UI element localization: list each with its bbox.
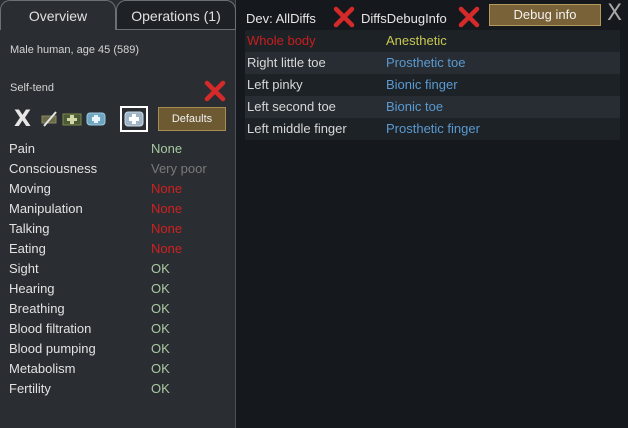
dev-all-diffs-label: Dev: AllDiffs [246,11,316,26]
health-tabs: Overview Operations (1) [0,0,236,30]
hediff-label: Bionic toe [386,99,444,114]
capacity-value: OK [151,341,170,356]
defaults-button[interactable]: Defaults [158,107,226,131]
capacity-value: None [151,241,183,256]
capacity-row: Eating None [9,239,233,259]
pawn-summary: Male human, age 45 (589) [10,44,140,56]
body-part-label: Left middle finger [247,121,347,136]
no-meds-icon[interactable] [40,110,60,128]
industrial-medicine-icon[interactable] [86,110,106,128]
capacity-name: Blood filtration [9,321,92,336]
capacity-row: Manipulation None [9,199,233,219]
all-diffs-toggle-off-icon[interactable] [333,6,355,28]
capacity-value: Very poor [151,161,207,176]
capacities-list: Pain None Consciousness Very poor Moving None… [9,139,233,399]
medical-care-selector: X Defaults [10,106,232,134]
capacity-name: Manipulation [9,201,83,216]
capacity-name: Hearing [9,281,55,296]
capacity-row: Moving None [9,179,233,199]
capacity-row: Sight OK [9,259,233,279]
no-care-icon[interactable]: X [14,107,31,132]
capacity-name: Breathing [9,301,65,316]
capacity-row: Hearing OK [9,279,233,299]
capacity-row: Talking None [9,219,233,239]
capacity-name: Fertility [9,381,51,396]
hediff-row[interactable]: Left second toe Bionic toe [245,96,620,118]
capacity-row: Blood filtration OK [9,319,233,339]
capacity-value: OK [151,321,170,336]
capacity-value: OK [151,301,170,316]
body-part-label: Right little toe [247,55,326,70]
capacity-name: Eating [9,241,46,256]
hediff-label: Prosthetic finger [386,121,480,136]
body-part-label: Left pinky [247,77,303,92]
capacity-name: Sight [9,261,39,276]
hediff-table: Whole body Anesthetic Right little toe Pros… [245,30,620,140]
capacity-name: Consciousness [9,161,98,176]
capacity-value: OK [151,281,170,296]
debug-info-button[interactable]: Debug info [489,4,601,26]
capacity-name: Moving [9,181,51,196]
hediff-label: Bionic finger [386,77,458,92]
capacity-row: Fertility OK [9,379,233,399]
diffs-debug-info-toggle-off-icon[interactable] [458,6,480,28]
close-icon[interactable]: X [607,3,622,25]
hediff-row[interactable]: Left pinky Bionic finger [245,74,620,96]
capacity-row: Breathing OK [9,299,233,319]
capacity-name: Blood pumping [9,341,96,356]
capacity-row: Metabolism OK [9,359,233,379]
hediff-row[interactable]: Right little toe Prosthetic toe [245,52,620,74]
capacity-value: None [151,221,183,236]
capacity-value: OK [151,381,170,396]
health-panel: Overview Operations (1) Male human, age … [0,0,236,428]
body-part-label: Whole body [247,33,316,48]
self-tend-disabled-icon[interactable] [204,80,226,102]
hediff-label: Prosthetic toe [386,55,466,70]
tab-overview[interactable]: Overview [0,0,116,30]
hediff-panel: Dev: AllDiffs DiffsDebugInfo Debug info … [237,0,628,428]
hediff-row[interactable]: Whole body Anesthetic [245,30,620,52]
capacity-value: None [151,141,183,156]
capacity-row: Blood pumping OK [9,339,233,359]
capacity-value: OK [151,361,170,376]
capacity-name: Pain [9,141,36,156]
hediff-label: Anesthetic [386,33,447,48]
capacity-value: None [151,201,183,216]
herbal-medicine-icon[interactable] [62,110,82,128]
capacity-name: Talking [9,221,50,236]
capacity-value: OK [151,261,170,276]
capacity-row: Pain None [9,139,233,159]
hediff-row[interactable]: Left middle finger Prosthetic finger [245,118,620,140]
self-tend-label: Self-tend [10,82,55,94]
capacity-name: Metabolism [9,361,76,376]
body-part-label: Left second toe [247,99,336,114]
capacity-row: Consciousness Very poor [9,159,233,179]
capacity-value: None [151,181,183,196]
tab-operations[interactable]: Operations (1) [116,0,236,30]
glitterworld-medicine-icon[interactable] [120,106,148,132]
diffs-debug-info-label: DiffsDebugInfo [361,11,447,26]
